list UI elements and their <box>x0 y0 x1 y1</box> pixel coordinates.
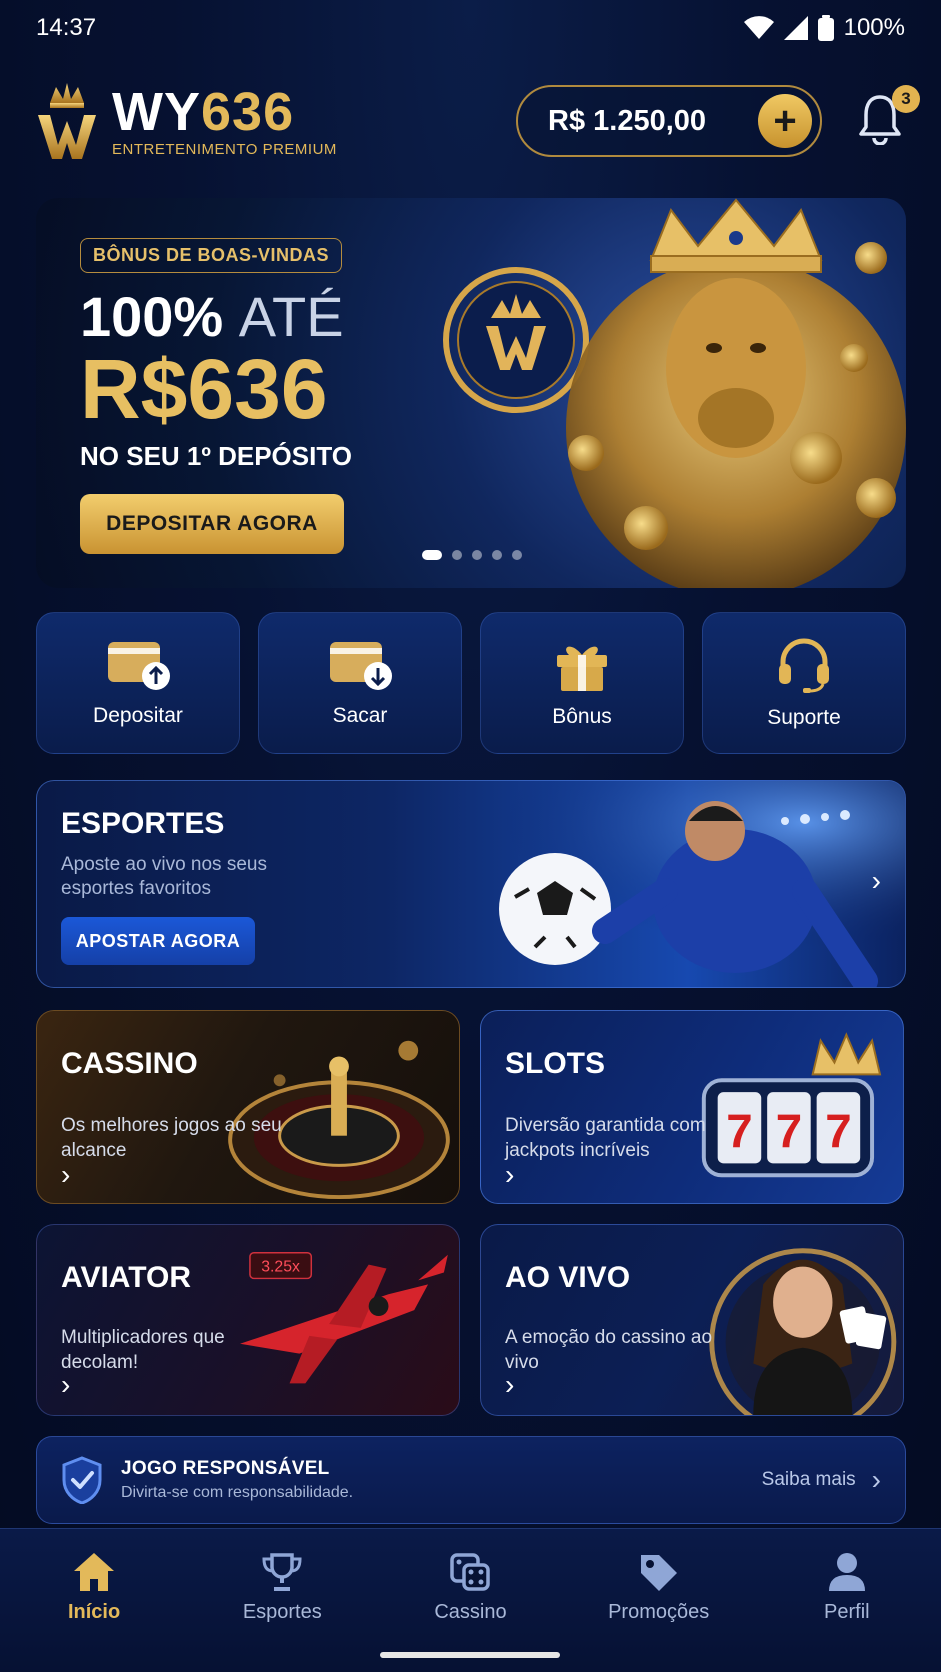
nav-label-promotions: Promoções <box>608 1601 710 1623</box>
casino-description: Os melhores jogos ao seu alcance <box>61 1115 282 1161</box>
status-time: 14:37 <box>36 14 97 41</box>
chevron-right-icon: › <box>871 865 881 896</box>
nav-item-profile[interactable]: Perfil <box>772 1551 922 1672</box>
live-casino-card[interactable]: AO VIVO A emoção do cassino ao vivo › <box>480 1224 904 1416</box>
responsible-title: JOGO RESPONSÁVEL <box>121 1458 330 1479</box>
live-casino-description: A emoção do cassino ao vivo <box>505 1327 713 1373</box>
notifications-button[interactable]: 3 <box>858 85 920 149</box>
battery-icon <box>817 15 834 41</box>
welcome-bonus-tag: BÔNUS DE BOAS-VINDAS <box>80 238 343 273</box>
nav-label-home: Início <box>67 1601 121 1623</box>
chevron-right-icon: › <box>61 1369 71 1400</box>
aviator-description: Multiplicadores que decolam! <box>61 1327 225 1373</box>
soccer-player-illustration <box>405 781 905 987</box>
chevron-right-icon: › <box>61 1159 71 1190</box>
banner-subtitle: NO SEU 1º DEPÓSITO <box>80 441 352 471</box>
aviator-card[interactable]: 3.25x AVIATOR Multiplicadores que decola… <box>36 1224 460 1416</box>
brand-text: WY636 ENTRETENIMENTO PREMIUM <box>112 85 337 158</box>
carousel-dot[interactable] <box>452 550 462 560</box>
quick-actions: Depositar Sacar Bônus Suporte <box>36 612 906 754</box>
nav-item-sports[interactable]: Esportes <box>207 1551 357 1672</box>
bonus-amount: R$636 <box>80 342 328 436</box>
bonus-button[interactable]: Bônus <box>480 612 684 754</box>
crown-logo-icon <box>38 83 96 159</box>
responsible-text: JOGO RESPONSÁVEL Divirta-se com responsa… <box>121 1458 762 1502</box>
withdraw-button[interactable]: Sacar <box>258 612 462 754</box>
casino-card[interactable]: CASSINO Os melhores jogos ao seu alcance… <box>36 1010 460 1204</box>
trophy-icon <box>262 1553 302 1591</box>
carousel-dot[interactable] <box>512 550 522 560</box>
roulette-illustration <box>228 1040 450 1200</box>
tag-icon <box>640 1555 677 1591</box>
balance-pill[interactable]: R$ 1.250,00 + <box>516 85 822 157</box>
learn-more-label: Saiba mais <box>761 1469 856 1490</box>
lion-king-illustration <box>443 198 906 588</box>
promo-banner[interactable]: BÔNUS DE BOAS-VINDAS 100% ATÉ R$636 NO S… <box>36 198 906 588</box>
support-button[interactable]: Suporte <box>702 612 906 754</box>
slot-machine-illustration: 7 7 7 <box>701 1032 882 1178</box>
wallet-deposit-icon <box>108 642 170 690</box>
live-casino-title: AO VIVO <box>505 1261 631 1294</box>
carousel-dot[interactable] <box>422 550 442 560</box>
brand-tagline: ENTRETENIMENTO PREMIUM <box>112 140 337 158</box>
deposit-button[interactable]: Depositar <box>36 612 240 754</box>
sports-card[interactable]: ESPORTES Aposte ao vivo nos seus esporte… <box>36 780 906 988</box>
shield-check-icon <box>62 1456 102 1504</box>
withdraw-label: Sacar <box>332 704 388 727</box>
battery-level: 100% <box>843 14 905 41</box>
slots-card[interactable]: 7 7 7 SLOTS Diversão garantida com jackp… <box>480 1010 904 1204</box>
svg-text:7: 7 <box>776 1106 802 1159</box>
notification-badge: 3 <box>892 85 920 113</box>
add-funds-button[interactable]: + <box>758 94 812 148</box>
aviator-title: AVIATOR <box>61 1261 192 1294</box>
banner-content: BÔNUS DE BOAS-VINDAS 100% ATÉ R$636 NO S… <box>80 238 352 554</box>
dice-icon <box>450 1553 491 1591</box>
bottom-navigation: Início Esportes Cassino Promoções Perfil <box>0 1528 941 1672</box>
responsible-subtitle: Divirta-se com responsabilidade. <box>121 1484 354 1501</box>
brand-logo[interactable]: WY636 ENTRETENIMENTO PREMIUM <box>36 81 337 161</box>
svg-text:7: 7 <box>825 1106 851 1159</box>
status-bar: 14:37 100% <box>0 0 941 56</box>
bet-now-button[interactable]: APOSTAR AGORA <box>61 917 255 965</box>
status-icons: 100% <box>743 14 905 42</box>
carousel-indicator[interactable] <box>422 550 522 560</box>
slots-description: Diversão garantida com jackpots incrívei… <box>505 1115 706 1161</box>
deposit-now-button[interactable]: DEPOSITAR AGORA <box>80 494 344 554</box>
svg-text:3.25x: 3.25x <box>261 1259 300 1276</box>
casino-title: CASSINO <box>61 1047 198 1080</box>
headset-icon <box>779 638 829 693</box>
sports-title: ESPORTES <box>61 807 225 840</box>
learn-more-link[interactable]: Saiba mais › <box>762 1464 881 1496</box>
chevron-right-icon: › <box>871 1464 881 1495</box>
chevron-right-icon: › <box>505 1369 515 1400</box>
home-icon <box>74 1553 115 1591</box>
sports-description: Aposte ao vivo nos seus esportes favorit… <box>61 854 267 899</box>
bonus-label: Bônus <box>552 705 612 728</box>
slots-title: SLOTS <box>505 1047 606 1080</box>
wallet-withdraw-icon <box>330 642 392 690</box>
home-indicator[interactable] <box>380 1652 560 1658</box>
gift-icon <box>557 646 607 691</box>
deposit-label: Depositar <box>93 704 183 727</box>
airplane-illustration: 3.25x <box>240 1251 448 1384</box>
nav-label-casino: Cassino <box>434 1601 507 1623</box>
chevron-right-icon: › <box>505 1159 515 1190</box>
carousel-dot[interactable] <box>492 550 502 560</box>
live-dealer-illustration <box>709 1248 897 1415</box>
carousel-dot[interactable] <box>472 550 482 560</box>
balance-amount: R$ 1.250,00 <box>548 104 707 137</box>
app-header: WY636 ENTRETENIMENTO PREMIUM R$ 1.250,00… <box>36 76 920 166</box>
nav-item-promotions[interactable]: Promoções <box>584 1551 734 1672</box>
user-icon <box>828 1553 865 1591</box>
nav-label-profile: Perfil <box>824 1601 870 1623</box>
header-actions: R$ 1.250,00 + 3 <box>516 85 920 157</box>
brand-name: WY636 <box>112 81 295 142</box>
nav-label-sports: Esportes <box>242 1601 322 1623</box>
nav-item-home[interactable]: Início <box>19 1541 169 1672</box>
wifi-icon <box>743 16 774 39</box>
responsible-gaming-banner[interactable]: JOGO RESPONSÁVEL Divirta-se com responsa… <box>36 1436 906 1524</box>
signal-icon <box>783 16 808 40</box>
banner-headline: 100% ATÉ <box>80 285 344 348</box>
support-label: Suporte <box>767 706 841 729</box>
